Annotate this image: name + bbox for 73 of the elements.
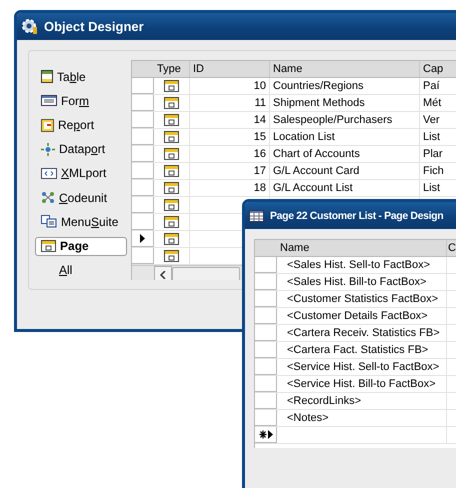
object-type-button[interactable]: Codeunit [35,188,127,208]
table-cell: Paí [420,78,456,94]
column-header[interactable]: C [447,240,456,256]
page-object-icon [164,80,179,92]
table-cell: <Cartera Fact. Statistics FB> [277,342,447,358]
table-cell: Location List [270,129,420,145]
gear-icon [21,18,38,35]
object-type-button[interactable]: All [53,260,127,280]
table-cell: List [420,180,456,196]
column-header[interactable]: Type [154,61,190,77]
page-object-icon [164,199,179,211]
window-title: Page 22 Customer List - Page Design [270,210,444,222]
page-object-icon [164,216,179,228]
table-cell: 15 [190,129,270,145]
codeunit-icon [41,191,55,204]
page-object-icon [164,148,179,160]
page-object-icon [41,240,56,252]
table-cell: Countries/Regions [270,78,420,94]
table-cell: G/L Account Card [270,163,420,179]
object-type-button[interactable]: Report [35,115,127,135]
table-cell: <Notes> [277,410,447,426]
page-object-icon [164,250,179,262]
object-type-button[interactable]: XMLport [35,164,127,184]
column-header[interactable]: Cap [420,61,456,77]
column-header[interactable]: Name [277,240,447,256]
page-object-icon [164,97,179,109]
table-cell: List [420,129,456,145]
table-cell: 14 [190,112,270,128]
table-cell: Plar [420,146,456,162]
object-type-button[interactable]: Dataport [35,140,127,159]
table-cell: Mét [420,95,456,111]
table-cell: Chart of Accounts [270,146,420,162]
table-cell: Fich [420,163,456,179]
table-cell: 16 [190,146,270,162]
scrollbar-thumb[interactable] [172,267,240,280]
object-type-button[interactable]: Form [35,91,127,110]
table-cell: <RecordLinks> [277,393,447,409]
dataport-icon [41,142,55,156]
table-cell: <Customer Details FactBox> [277,308,447,324]
grid-icon [249,210,264,222]
page-object-icon [164,233,179,245]
row-selector[interactable] [132,231,154,247]
table-cell: Salespeople/Purchasers [270,112,420,128]
table-cell: <Sales Hist. Bill-to FactBox> [277,274,447,290]
table-cell: Ver [420,112,456,128]
table-cell: 11 [190,95,270,111]
report-icon [41,118,54,132]
object-type-button[interactable]: MenuSuite [35,212,127,232]
menusuite-icon [41,215,57,228]
object-type-button[interactable]: Table [35,67,127,86]
column-header[interactable]: Name [270,61,420,77]
page-object-icon [164,165,179,177]
table-cell: <Service Hist. Bill-to FactBox> [277,376,447,392]
form-icon [41,95,57,106]
scroll-left-button[interactable] [154,266,172,280]
table-cell: Shipment Methods [270,95,420,111]
table-cell: G/L Account List [270,180,420,196]
table-icon [41,70,53,84]
table-cell: 10 [190,78,270,94]
column-header[interactable]: ID [190,61,270,77]
current-row-arrow-icon [140,234,145,243]
xmlport-icon [41,168,57,179]
table-cell: <Service Hist. Sell-to FactBox> [277,359,447,375]
page-object-icon [164,131,179,143]
table-cell: 17 [190,163,270,179]
page-object-icon [164,182,179,194]
table-cell: <Cartera Receiv. Statistics FB> [277,325,447,341]
table-cell: <Sales Hist. Sell-to FactBox> [277,257,447,273]
window-title: Object Designer [44,19,144,34]
table-cell: 18 [190,180,270,196]
page-object-icon [164,114,179,126]
object-type-button[interactable]: Page [35,236,127,256]
table-cell: <Customer Statistics FactBox> [277,291,447,307]
